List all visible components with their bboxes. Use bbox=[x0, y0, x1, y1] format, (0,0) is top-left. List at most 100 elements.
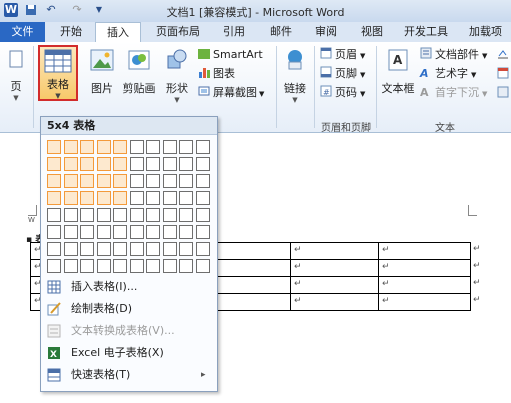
grid-cell[interactable] bbox=[113, 242, 127, 256]
grid-cell[interactable] bbox=[113, 225, 127, 239]
date-time-icon[interactable] bbox=[496, 66, 510, 80]
grid-cell[interactable] bbox=[47, 225, 61, 239]
table-cell[interactable]: ↵ bbox=[378, 276, 471, 294]
table-cell[interactable]: ↵ bbox=[378, 259, 471, 277]
menu-item-draw-table[interactable]: 绘制表格(D) bbox=[41, 299, 217, 319]
grid-cell[interactable] bbox=[129, 242, 144, 256]
grid-cell[interactable] bbox=[179, 140, 193, 154]
grid-cell[interactable] bbox=[113, 208, 127, 222]
grid-cell[interactable] bbox=[195, 242, 210, 256]
grid-cell[interactable] bbox=[47, 174, 61, 188]
grid-cell[interactable] bbox=[129, 208, 144, 222]
grid-cell[interactable] bbox=[162, 259, 177, 273]
grid-cell[interactable] bbox=[195, 225, 210, 239]
tab-developer[interactable]: 开发工具 bbox=[396, 22, 456, 42]
grid-cell[interactable] bbox=[47, 208, 61, 222]
grid-cell[interactable] bbox=[96, 242, 111, 256]
grid-cell[interactable] bbox=[63, 259, 78, 273]
menu-item-convert-text[interactable]: 文本转换成表格(V)... bbox=[41, 321, 217, 341]
tab-view[interactable]: 视图 bbox=[350, 22, 394, 42]
grid-cell[interactable] bbox=[195, 174, 210, 188]
grid-cell[interactable] bbox=[63, 225, 78, 239]
grid-cell[interactable] bbox=[146, 208, 160, 222]
grid-cell[interactable] bbox=[80, 140, 94, 154]
page-button[interactable]: 页 ▼ bbox=[4, 50, 28, 102]
grid-cell[interactable] bbox=[146, 191, 160, 205]
grid-cell[interactable] bbox=[96, 225, 111, 239]
grid-cell[interactable] bbox=[96, 174, 111, 188]
grid-cell[interactable] bbox=[195, 157, 210, 171]
smartart-button[interactable]: SmartArt bbox=[198, 47, 263, 63]
dropcap-button[interactable]: A 首字下沉 ▼ bbox=[420, 85, 487, 101]
grid-cell[interactable] bbox=[63, 157, 78, 171]
table-cell[interactable]: ↵ bbox=[378, 293, 471, 311]
grid-cell[interactable] bbox=[113, 157, 127, 171]
grid-cell[interactable] bbox=[146, 140, 160, 154]
shapes-button[interactable]: 形状 ▼ bbox=[162, 48, 192, 104]
grid-cell[interactable] bbox=[80, 225, 94, 239]
grid-cell[interactable] bbox=[146, 225, 160, 239]
grid-cell[interactable] bbox=[129, 191, 144, 205]
grid-cell[interactable] bbox=[63, 242, 78, 256]
object-icon[interactable] bbox=[496, 85, 510, 99]
grid-cell[interactable] bbox=[162, 225, 177, 239]
grid-cell[interactable] bbox=[179, 191, 193, 205]
grid-cell[interactable] bbox=[129, 225, 144, 239]
grid-cell[interactable] bbox=[80, 242, 94, 256]
footer-button[interactable]: 页脚 ▼ bbox=[320, 66, 365, 82]
grid-cell[interactable] bbox=[47, 157, 61, 171]
signature-line-icon[interactable] bbox=[496, 47, 510, 61]
table-button[interactable]: 表格 ▼ bbox=[38, 45, 78, 101]
tab-addins[interactable]: 加载项 bbox=[460, 22, 511, 42]
table-cell[interactable]: ↵ bbox=[290, 259, 379, 277]
grid-cell[interactable] bbox=[96, 140, 111, 154]
grid-cell[interactable] bbox=[179, 242, 193, 256]
grid-cell[interactable] bbox=[80, 174, 94, 188]
header-button[interactable]: 页眉 ▼ bbox=[320, 47, 365, 63]
grid-cell[interactable] bbox=[63, 191, 78, 205]
table-cell[interactable]: ↵ bbox=[290, 242, 379, 260]
grid-cell[interactable] bbox=[129, 259, 144, 273]
wordart-button[interactable]: A 艺术字 ▼ bbox=[420, 66, 476, 82]
grid-cell[interactable] bbox=[195, 208, 210, 222]
tab-references[interactable]: 引用 bbox=[214, 22, 254, 42]
grid-cell[interactable] bbox=[146, 174, 160, 188]
grid-cell[interactable] bbox=[80, 157, 94, 171]
grid-cell[interactable] bbox=[47, 191, 61, 205]
grid-cell[interactable] bbox=[80, 259, 94, 273]
grid-cell[interactable] bbox=[195, 259, 210, 273]
grid-cell[interactable] bbox=[96, 259, 111, 273]
grid-cell[interactable] bbox=[162, 140, 177, 154]
picture-button[interactable]: 图片 bbox=[86, 48, 118, 98]
table-cell[interactable]: ↵ bbox=[290, 293, 379, 311]
tab-file[interactable]: 文件 bbox=[0, 22, 45, 42]
grid-cell[interactable] bbox=[162, 191, 177, 205]
grid-cell[interactable] bbox=[63, 174, 78, 188]
docparts-button[interactable]: 文档部件 ▼ bbox=[420, 47, 487, 63]
grid-cell[interactable] bbox=[129, 140, 144, 154]
grid-cell[interactable] bbox=[113, 174, 127, 188]
grid-cell[interactable] bbox=[162, 242, 177, 256]
grid-cell[interactable] bbox=[179, 259, 193, 273]
grid-cell[interactable] bbox=[96, 157, 111, 171]
grid-cell[interactable] bbox=[162, 174, 177, 188]
grid-cell[interactable] bbox=[129, 157, 144, 171]
grid-cell[interactable] bbox=[47, 140, 61, 154]
chart-button[interactable]: 图表 bbox=[198, 66, 235, 82]
grid-cell[interactable] bbox=[47, 259, 61, 273]
screenshot-button[interactable]: 屏幕截图 ▼ bbox=[198, 85, 264, 101]
tab-home[interactable]: 开始 bbox=[48, 22, 94, 42]
grid-cell[interactable] bbox=[179, 225, 193, 239]
tab-page-layout[interactable]: 页面布局 bbox=[145, 22, 211, 42]
grid-cell[interactable] bbox=[113, 140, 127, 154]
table-cell[interactable]: ↵ bbox=[378, 242, 471, 260]
grid-cell[interactable] bbox=[179, 157, 193, 171]
grid-cell[interactable] bbox=[146, 242, 160, 256]
grid-cell[interactable] bbox=[195, 140, 210, 154]
table-grid-picker[interactable] bbox=[47, 140, 213, 276]
page-number-button[interactable]: # 页码 ▼ bbox=[320, 85, 365, 101]
menu-item-excel-spreadsheet[interactable]: X Excel 电子表格(X) bbox=[41, 343, 217, 363]
grid-cell[interactable] bbox=[63, 140, 78, 154]
grid-cell[interactable] bbox=[80, 208, 94, 222]
textbox-button[interactable]: A 文本框 bbox=[380, 48, 416, 102]
